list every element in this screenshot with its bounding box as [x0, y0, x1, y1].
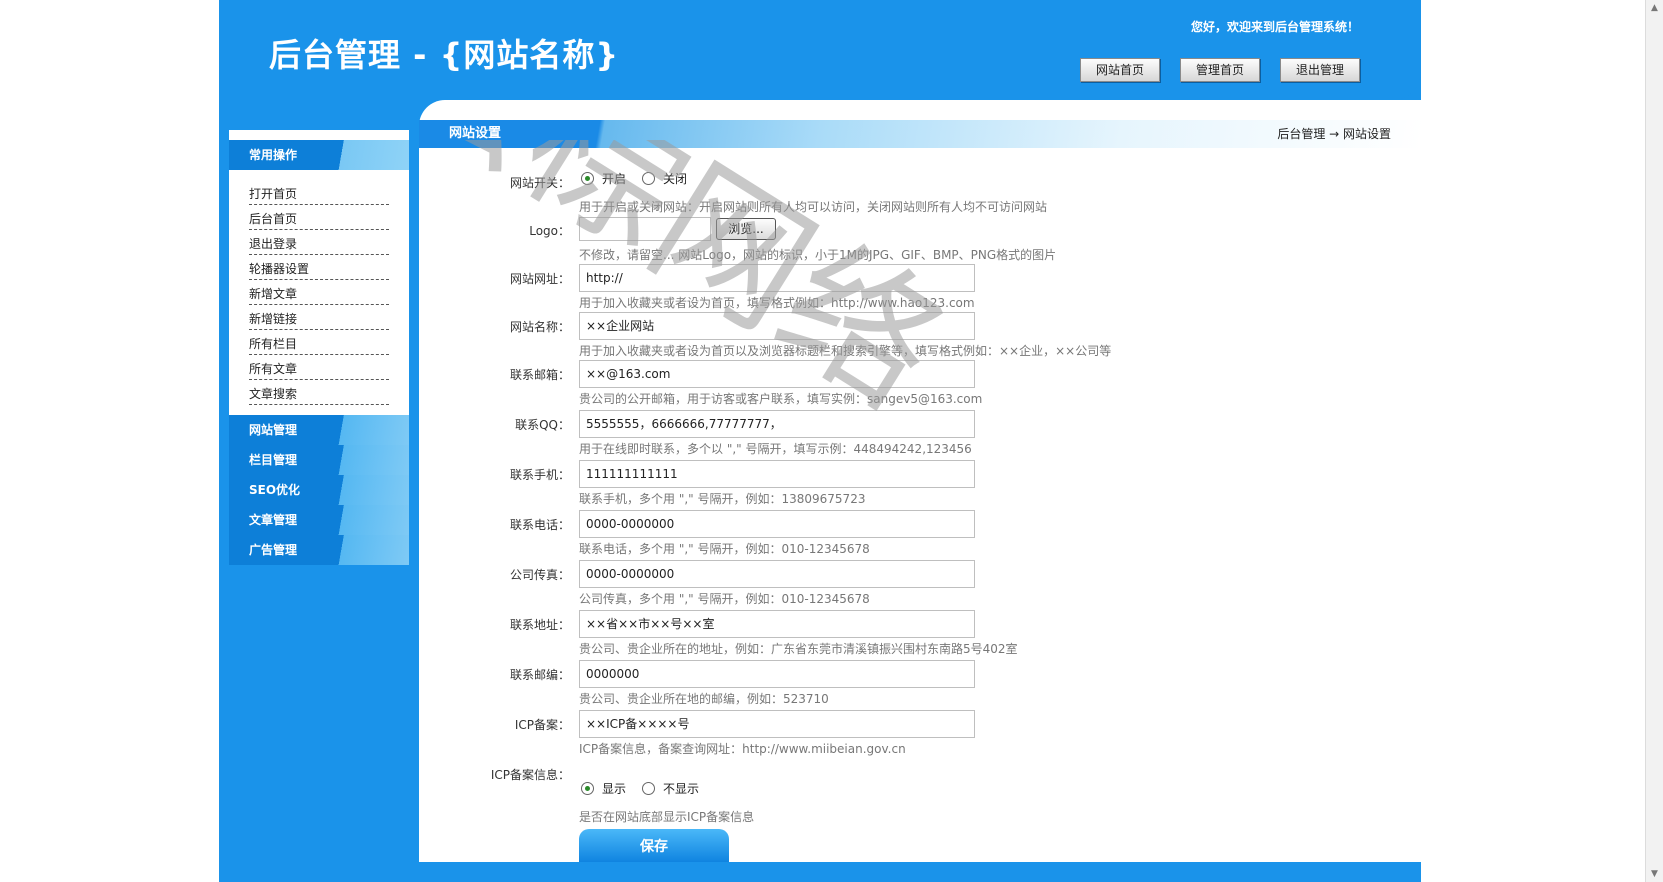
logo-file-input[interactable] [579, 217, 711, 241]
icp-show-hint: 是否在网站底部显示ICP备案信息 [579, 810, 755, 824]
icp-show-group: 显示 不显示 [581, 780, 715, 797]
sidebar-item-article-search[interactable]: 文章搜索 [249, 380, 389, 405]
logout-button[interactable]: 退出管理 [1280, 58, 1360, 82]
sidebar-category-site-management[interactable]: 网站管理 [229, 415, 409, 445]
qq-hint: 用于在线即时联系，多个以 "," 号隔开，填写示例：448494242,1234… [579, 442, 972, 456]
phone-hint: 联系电话，多个用 "," 号隔开，例如：010-12345678 [579, 542, 870, 556]
breadcrumb: 后台管理 → 网站设置 [1277, 127, 1391, 141]
site-home-button[interactable]: 网站首页 [1080, 58, 1160, 82]
site-switch-close-label[interactable]: 关闭 [663, 170, 687, 187]
mobile-input[interactable]: 111111111111 [579, 460, 975, 488]
sidebar-categories: 网站管理 栏目管理 SEO优化 文章管理 广告管理 [229, 415, 409, 565]
fax-input[interactable]: 0000-0000000 [579, 560, 975, 588]
icp-label: ICP备案： [514, 718, 570, 732]
icp-input[interactable]: ××ICP备××××号 [579, 710, 975, 738]
sidebar-common-list: 打开首页 后台首页 退出登录 轮播器设置 新增文章 新增链接 所有栏目 所有文章… [229, 170, 409, 415]
icp-hint: ICP备案信息，备案查询网址：http://www.miibeian.gov.c… [579, 742, 906, 756]
admin-shell: 后台管理 - {网站名称} 您好，欢迎来到后台管理系统！ 网站首页 管理首页 退… [219, 0, 1421, 882]
site-url-input[interactable]: http:// [579, 264, 975, 292]
content-title: 网站设置 [449, 126, 502, 141]
content-title-bar: 网站设置 后台管理 → 网站设置 [419, 120, 1421, 148]
site-name-hint: 用于加入收藏夹或者设为首页以及浏览器标题栏和搜索引擎等，填写格式例如：××企业，… [579, 344, 1112, 358]
postcode-hint: 贵公司、贵企业所在地的邮编，例如：523710 [579, 692, 829, 706]
site-switch-open-label[interactable]: 开启 [602, 170, 626, 187]
site-url-hint: 用于加入收藏夹或者设为首页，填写格式例如：http://www.hao123.c… [579, 296, 975, 310]
icp-show-yes-label[interactable]: 显示 [602, 780, 626, 797]
phone-input[interactable]: 0000-0000000 [579, 510, 975, 538]
sidebar-item-new-link[interactable]: 新增链接 [249, 305, 389, 330]
welcome-text: 您好，欢迎来到后台管理系统！ [1190, 20, 1359, 34]
address-input[interactable]: ××省××市××号××室 [579, 610, 975, 638]
sidebar-item-new-article[interactable]: 新增文章 [249, 280, 389, 305]
icp-show-yes-radio-icon[interactable] [581, 782, 594, 795]
address-label: 联系地址： [509, 618, 570, 632]
sidebar-category-article-management[interactable]: 文章管理 [229, 505, 409, 535]
sidebar: 常用操作 打开首页 后台首页 退出登录 轮播器设置 新增文章 新增链接 所有栏目… [229, 130, 409, 565]
page: 后台管理 - {网站名称} 您好，欢迎来到后台管理系统！ 网站首页 管理首页 退… [0, 0, 1663, 882]
sidebar-item-logout[interactable]: 退出登录 [249, 230, 389, 255]
sidebar-category-column-management[interactable]: 栏目管理 [229, 445, 409, 475]
icp-show-no-radio-icon[interactable] [642, 782, 656, 795]
site-switch-open-radio-icon[interactable] [581, 172, 594, 185]
sidebar-item-open-home[interactable]: 打开首页 [249, 180, 389, 205]
site-url-label: 网站网址： [509, 272, 570, 286]
sidebar-item-all-columns[interactable]: 所有栏目 [249, 330, 389, 355]
postcode-label: 联系邮编： [509, 668, 570, 682]
fax-label: 公司传真： [509, 568, 570, 582]
site-switch-label: 网站开关： [509, 176, 570, 190]
postcode-input[interactable]: 0000000 [579, 660, 975, 688]
site-name-input[interactable]: ××企业网站 [579, 312, 975, 340]
footer-strip [219, 862, 1421, 882]
logo-browse-button[interactable]: 浏览... [716, 218, 776, 240]
content-panel: 网站设置 后台管理 → 网站设置 网站开关： 开启 关闭 用于开启或关闭网站：开… [419, 100, 1421, 865]
fax-hint: 公司传真，多个用 "," 号隔开，例如：010-12345678 [579, 592, 870, 606]
header: 后台管理 - {网站名称} 您好，欢迎来到后台管理系统！ 网站首页 管理首页 退… [219, 0, 1421, 100]
sidebar-item-all-articles[interactable]: 所有文章 [249, 355, 389, 380]
site-title: 后台管理 - {网站名称} [269, 36, 620, 74]
email-hint: 贵公司的公开邮箱，用于访客或客户联系，填写实例：sangev5@163.com [579, 392, 983, 406]
admin-home-button[interactable]: 管理首页 [1180, 58, 1260, 82]
scroll-down-arrow-icon[interactable]: ▼ [1646, 866, 1663, 882]
logo-label: Logo： [529, 224, 570, 238]
icp-show-no-label[interactable]: 不显示 [663, 780, 699, 797]
sidebar-common-header[interactable]: 常用操作 [229, 140, 409, 170]
email-input[interactable]: ××@163.com [579, 360, 975, 388]
site-switch-hint: 用于开启或关闭网站：开启网站则所有人均可以访问，关闭网站则所有人均不可访问网站 [579, 200, 1048, 214]
page-scrollbar[interactable]: ▲ ▼ [1645, 0, 1663, 882]
mobile-label: 联系手机： [509, 468, 570, 482]
site-switch-close-radio-icon[interactable] [642, 172, 656, 185]
scroll-up-arrow-icon[interactable]: ▲ [1646, 0, 1663, 16]
logo-hint: 不修改，请留空... 网站Logo，网站的标识，小于1M的JPG、GIF、BMP… [579, 248, 1057, 262]
save-button[interactable]: 保存 [579, 829, 729, 865]
phone-label: 联系电话： [509, 518, 570, 532]
qq-label: 联系QQ： [515, 418, 570, 432]
mobile-hint: 联系手机，多个用 "," 号隔开，例如：13809675723 [579, 492, 866, 506]
sidebar-category-seo[interactable]: SEO优化 [229, 475, 409, 505]
sidebar-item-admin-home[interactable]: 后台首页 [249, 205, 389, 230]
site-name-label: 网站名称： [509, 320, 570, 334]
sidebar-category-ad-management[interactable]: 广告管理 [229, 535, 409, 565]
site-switch-group: 开启 关闭 [581, 170, 703, 187]
sidebar-top-strip [229, 130, 409, 140]
address-hint: 贵公司、贵企业所在的地址，例如：广东省东莞市清溪镇振兴围村东南路5号402室 [579, 642, 1018, 656]
sidebar-item-carousel-settings[interactable]: 轮播器设置 [249, 255, 389, 280]
icp-show-label: ICP备案信息： [490, 768, 570, 782]
email-label: 联系邮箱： [509, 368, 570, 382]
qq-input[interactable]: 5555555，6666666,77777777， [579, 410, 975, 438]
